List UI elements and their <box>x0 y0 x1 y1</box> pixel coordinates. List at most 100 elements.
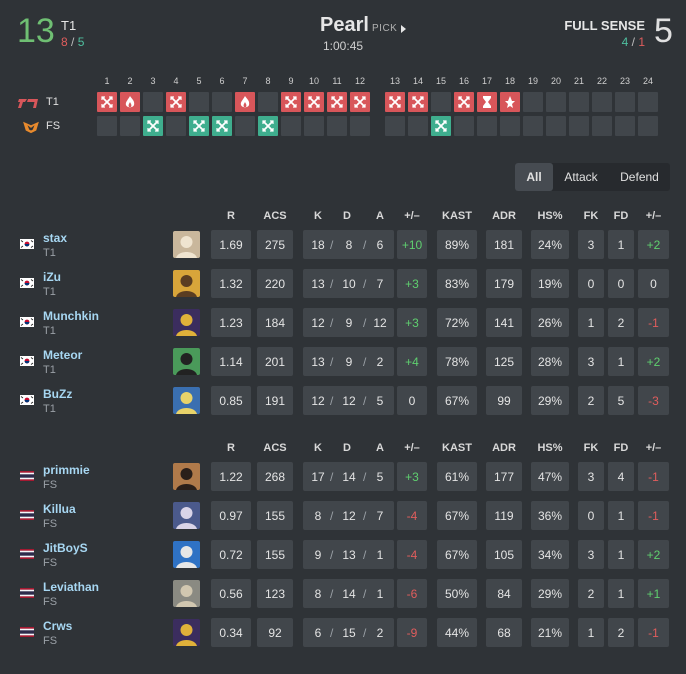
stat-hs: 26% <box>531 308 569 337</box>
stat-acs: 92 <box>257 618 293 647</box>
stat-kills: 8 <box>314 509 322 523</box>
round-cell-t1[interactable] <box>327 92 347 112</box>
round-cell-fs[interactable] <box>189 116 209 136</box>
round-cell-t1[interactable] <box>97 92 117 112</box>
player-name[interactable]: JitBoyS <box>43 541 88 555</box>
round-cell-fs[interactable] <box>212 116 232 136</box>
round-cell-fs[interactable] <box>454 116 474 136</box>
round-cell-t1[interactable] <box>569 92 589 112</box>
player-name[interactable]: BuZz <box>43 387 72 401</box>
stat-fkpm: -1 <box>638 308 669 337</box>
round-cell-fs[interactable] <box>327 116 347 136</box>
stat-r: 0.85 <box>211 386 251 415</box>
round-cell-fs[interactable] <box>166 116 186 136</box>
stat-acs: 184 <box>257 308 293 337</box>
round-cell-t1[interactable] <box>281 92 301 112</box>
round-cell-t1[interactable] <box>304 92 324 112</box>
round-cell-t1[interactable] <box>258 92 278 112</box>
stat-hs: 34% <box>531 540 569 569</box>
round-cell-fs[interactable] <box>350 116 370 136</box>
south-korea-flag-icon <box>20 239 34 249</box>
player-row: iZu T1 1.32 220 +3 83% 179 19% 0 0 0 13/10/7 <box>0 268 686 307</box>
player-name[interactable]: Munchkin <box>43 309 99 323</box>
round-cell-fs[interactable] <box>408 116 428 136</box>
round-cell-fs[interactable] <box>143 116 163 136</box>
agent-portrait-icon <box>173 270 200 297</box>
round-cell-fs[interactable] <box>431 116 451 136</box>
round-cell-t1[interactable] <box>143 92 163 112</box>
player-team: T1 <box>43 286 56 298</box>
round-elim-icon <box>354 96 366 108</box>
round-cell-t1[interactable] <box>235 92 255 112</box>
round-cell-fs[interactable] <box>385 116 405 136</box>
stat-deaths: 14 <box>342 470 356 484</box>
round-cell-fs[interactable] <box>304 116 324 136</box>
side-filter-tabs: All Attack Defend <box>515 163 670 191</box>
tab-all[interactable]: All <box>515 163 553 191</box>
stat-fkpm: -1 <box>638 501 669 530</box>
round-cell-t1[interactable] <box>592 92 612 112</box>
round-cell-fs[interactable] <box>120 116 140 136</box>
round-cell-fs[interactable] <box>592 116 612 136</box>
round-cell-t1[interactable] <box>189 92 209 112</box>
stat-pm: -6 <box>397 579 427 608</box>
round-cell-t1[interactable] <box>408 92 428 112</box>
south-korea-flag-icon <box>20 317 34 327</box>
round-cell-fs[interactable] <box>97 116 117 136</box>
player-name[interactable]: Meteor <box>43 348 82 362</box>
left-team-name[interactable]: T1 <box>61 18 76 33</box>
round-cell-fs[interactable] <box>281 116 301 136</box>
round-cell-fs[interactable] <box>235 116 255 136</box>
column-header: FK <box>583 210 599 222</box>
play-triangle-icon[interactable] <box>401 25 406 33</box>
round-cell-fs[interactable] <box>569 116 589 136</box>
column-header: ACS <box>263 210 287 222</box>
round-elim-icon <box>193 120 205 132</box>
round-cell-t1[interactable] <box>212 92 232 112</box>
player-name[interactable]: stax <box>43 231 67 245</box>
column-header: D <box>343 442 351 454</box>
round-cell-t1[interactable] <box>431 92 451 112</box>
round-cell-fs[interactable] <box>615 116 635 136</box>
stat-r: 0.34 <box>211 618 251 647</box>
round-number: 24 <box>642 76 653 86</box>
stat-assists: 7 <box>376 277 384 291</box>
round-cell-t1[interactable] <box>166 92 186 112</box>
player-name[interactable]: primmie <box>43 463 90 477</box>
round-cell-t1[interactable] <box>385 92 405 112</box>
round-cell-t1[interactable] <box>615 92 635 112</box>
round-cell-t1[interactable] <box>477 92 497 112</box>
round-cell-fs[interactable] <box>546 116 566 136</box>
round-elim-icon <box>308 96 320 108</box>
round-cell-t1[interactable] <box>454 92 474 112</box>
round-cell-t1[interactable] <box>523 92 543 112</box>
column-header: K <box>314 210 322 222</box>
round-cell-fs[interactable] <box>500 116 520 136</box>
round-cell-t1[interactable] <box>546 92 566 112</box>
player-name[interactable]: Crws <box>43 619 72 633</box>
player-name[interactable]: iZu <box>43 270 61 284</box>
player-name[interactable]: Leviathan <box>43 580 99 594</box>
round-cell-fs[interactable] <box>638 116 658 136</box>
stat-adr: 68 <box>486 618 522 647</box>
tab-defend[interactable]: Defend <box>609 163 670 191</box>
round-cell-fs[interactable] <box>258 116 278 136</box>
right-team-name[interactable]: FULL SENSE <box>564 18 645 33</box>
stat-kast: 67% <box>437 501 477 530</box>
round-cell-fs[interactable] <box>523 116 543 136</box>
round-cell-t1[interactable] <box>638 92 658 112</box>
tab-attack[interactable]: Attack <box>553 163 609 191</box>
stat-kast: 44% <box>437 618 477 647</box>
stat-hs: 29% <box>531 579 569 608</box>
column-header: K <box>314 442 322 454</box>
stat-kda: 8/14/1 <box>303 579 394 608</box>
round-cell-t1[interactable] <box>500 92 520 112</box>
player-team: FS <box>43 596 58 608</box>
stat-deaths: 12 <box>342 394 356 408</box>
stat-fk: 1 <box>578 618 604 647</box>
map-duration: 1:00:45 <box>323 39 364 53</box>
player-name[interactable]: Killua <box>43 502 76 516</box>
round-cell-t1[interactable] <box>120 92 140 112</box>
round-cell-fs[interactable] <box>477 116 497 136</box>
round-cell-t1[interactable] <box>350 92 370 112</box>
